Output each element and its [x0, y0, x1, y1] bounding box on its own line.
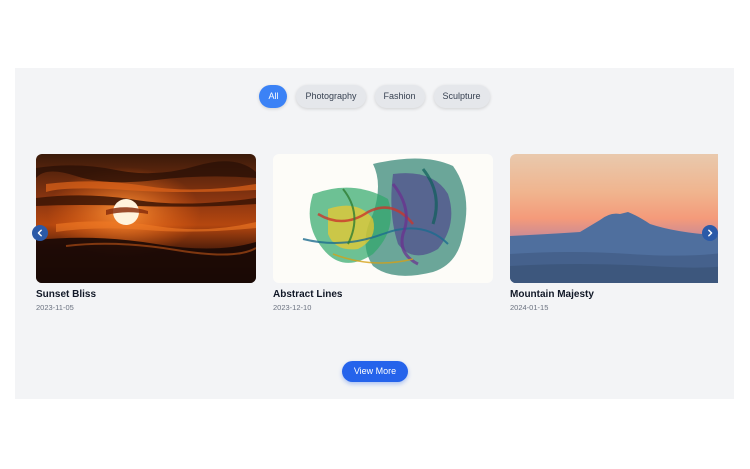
abstract-painting-image[interactable]	[273, 154, 493, 283]
filter-all-button[interactable]: All	[259, 85, 288, 108]
card-date: 2024-01-15	[510, 303, 549, 312]
filter-photography-button[interactable]: Photography	[296, 85, 366, 108]
sunset-image[interactable]	[36, 154, 256, 283]
view-more-button[interactable]: View More	[342, 361, 408, 382]
gallery-card[interactable]: Mountain Majesty 2024-01-15	[510, 154, 718, 312]
card-title: Abstract Lines	[273, 289, 343, 300]
card-title: Mountain Majesty	[510, 289, 594, 300]
card-date: 2023-11-05	[36, 303, 74, 312]
gallery-section: All Photography Fashion Sculpture Sunset…	[15, 68, 734, 399]
filter-sculpture-button[interactable]: Sculpture	[433, 85, 490, 108]
filter-fashion-button[interactable]: Fashion	[374, 85, 425, 108]
card-date: 2023-12-10	[273, 303, 312, 312]
artwork-carousel: Sunset Bliss 2023-11-05 Abstract Lines 2…	[36, 154, 718, 324]
chevron-left-icon	[37, 229, 42, 237]
carousel-next-button[interactable]	[702, 225, 718, 241]
mountain-image[interactable]	[510, 154, 718, 283]
carousel-prev-button[interactable]	[32, 225, 48, 241]
chevron-right-icon	[708, 229, 713, 237]
card-title: Sunset Bliss	[36, 289, 97, 300]
gallery-card[interactable]: Sunset Bliss 2023-11-05	[36, 154, 256, 312]
gallery-card[interactable]: Abstract Lines 2023-12-10	[273, 154, 493, 312]
category-filters: All Photography Fashion Sculpture	[15, 85, 734, 108]
